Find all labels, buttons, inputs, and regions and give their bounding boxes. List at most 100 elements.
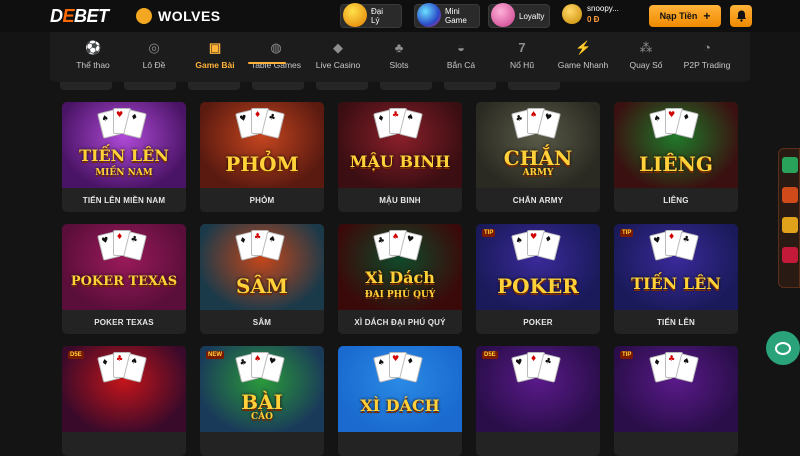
game-card[interactable]: ♦ ♣ ♠ D5E (62, 346, 186, 456)
provider-tab[interactable] (252, 82, 304, 90)
game-thumbnail: ♠ ♥ ♦ XÌ DÁCH (338, 346, 462, 432)
game-art-subtitle: CÀO (251, 412, 273, 422)
game-art-title: POKER TEXAS (70, 274, 178, 289)
side-promo-panel[interactable] (778, 148, 800, 288)
playing-cards-art: ♥ ♦ ♣ (235, 108, 286, 146)
game-art-title: CHẮN (503, 146, 573, 170)
game-art-title: LIÊNG (638, 152, 714, 176)
game-art-title: SÂM (235, 274, 289, 298)
nav-label: Live Casino (315, 60, 361, 70)
logo-e: E (62, 6, 75, 26)
provider-tab[interactable] (316, 82, 368, 90)
playing-cards-art: ♠ ♥ ♦ (511, 230, 562, 268)
debet-logo[interactable]: DEBET (50, 6, 109, 27)
game-art-title: MẬU BINH (349, 152, 451, 171)
lottery-ball-icon: ◎ (148, 40, 160, 55)
game-card[interactable]: ♠ ♥ ♦ TIP POKER POKER (476, 224, 600, 334)
provider-tab[interactable] (124, 82, 176, 90)
bell-icon (736, 10, 746, 22)
provider-tab[interactable] (444, 82, 496, 90)
game-art-subtitle: ĐẠI PHÚ QUÝ (364, 290, 436, 300)
game-name: POKER (523, 317, 553, 327)
tab-quay-so[interactable]: ⁂ Quay Số (616, 40, 676, 70)
game-card[interactable]: ♥ ♦ ♣ TIP TIẾN LÊN TIẾN LÊN (614, 224, 738, 334)
playing-cards-art: ♦ ♣ ♠ (235, 230, 286, 268)
balls-icon: ⁂ (639, 40, 653, 55)
game-card[interactable]: ♣ ♠ ♥ Xì Dách ĐẠI PHÚ QUÝ XÌ DÁCH ĐẠI PHÚ QUÝ (338, 224, 462, 334)
provider-tab[interactable] (508, 82, 560, 90)
provider-tab[interactable] (380, 82, 432, 90)
provider-tab[interactable] (188, 82, 240, 90)
game-name: MẬU BINH (379, 195, 421, 205)
game-thumbnail: ♦ ♣ ♠ D5E (62, 346, 186, 432)
game-card[interactable]: ♣ ♠ ♥ NEW BÀI CÀO (200, 346, 324, 456)
tab-lo-de[interactable]: ◎ Lô Đề (124, 40, 184, 70)
game-card[interactable]: ♦ ♣ ♠ TIP (614, 346, 738, 456)
playing-cards-art: ♥ ♦ ♣ (97, 230, 148, 268)
chips-icon: ◍ (270, 40, 282, 55)
diamond-suit-icon: ◆ (333, 40, 343, 55)
provider-filter-strip (60, 82, 740, 90)
game-card[interactable]: ♦ ♣ ♠ SÂM SÂM (200, 224, 324, 334)
provider-tab[interactable] (60, 82, 112, 90)
game-name: PHỎM (249, 195, 275, 205)
loyalty-promo-button[interactable]: Loyalty (488, 3, 550, 28)
agent-promo-button[interactable]: Đại Lý (340, 3, 402, 28)
playing-cards-art: ♥ ♦ ♣ (511, 352, 562, 390)
game-card[interactable]: ♦ ♣ ♠ MẬU BINH MẬU BINH (338, 102, 462, 212)
playing-cards-art: ♥ ♦ ♣ (649, 230, 700, 268)
game-name (476, 432, 600, 456)
top-bar: DEBET WOLVES Đại Lý Mini Game Loyalty sn… (0, 0, 800, 32)
side-promo-icon (782, 217, 798, 233)
nav-label: P2P Trading (683, 60, 731, 70)
tab-live-casino[interactable]: ◆ Live Casino (308, 40, 368, 70)
cherry-icon: ♣ (394, 40, 404, 55)
game-card[interactable]: ♥ ♦ ♣ D5E (476, 346, 600, 456)
game-thumbnail: ♠ ♥ ♦ TIP POKER (476, 224, 600, 310)
tab-game-bai[interactable]: ▣ Game Bài (185, 40, 245, 70)
lightning-icon: ⚡ (575, 40, 592, 55)
game-tag-badge: TIP (620, 229, 634, 237)
minigame-promo-button[interactable]: Mini Game (414, 3, 480, 28)
game-thumbnail: ♥ ♦ ♣ D5E (476, 346, 600, 432)
user-account[interactable]: snoopy... 0 Đ (562, 4, 619, 24)
notification-button[interactable] (730, 5, 752, 27)
seven-icon: 7 (518, 40, 526, 55)
side-promo-icon (782, 247, 798, 263)
game-tag-badge: TIP (482, 229, 496, 237)
chat-bubble-icon (775, 341, 791, 355)
tab-slots[interactable]: ♣ Slots (369, 40, 429, 70)
fish-icon: ◒ (457, 40, 465, 55)
game-card[interactable]: ♠ ♥ ♦ LIÊNG LIÊNG (614, 102, 738, 212)
minigame-promo-icon (417, 3, 441, 27)
tab-the-thao[interactable]: ⚽ Thể thao (63, 40, 123, 70)
game-thumbnail: ♥ ♦ ♣ PHỎM (200, 102, 324, 188)
username: snoopy... (587, 4, 619, 13)
deposit-button[interactable]: Nạp Tiền + (649, 5, 721, 27)
tab-game-nhanh[interactable]: ⚡ Game Nhanh (553, 40, 613, 70)
tab-no-hu[interactable]: 7 Nổ Hũ (492, 40, 552, 70)
game-tag-badge: NEW (206, 351, 224, 359)
tab-ban-ca[interactable]: ◒ Bắn Cá (431, 40, 491, 70)
nav-label: Bắn Cá (446, 60, 476, 70)
logo-bet: BET (74, 6, 109, 26)
game-thumbnail: ♣ ♠ ♥ Xì Dách ĐẠI PHÚ QUÝ (338, 224, 462, 310)
game-tag-badge: TIP (620, 351, 634, 359)
game-thumbnail: ♥ ♦ ♣ POKER TEXAS (62, 224, 186, 310)
playing-cards-art: ♣ ♠ ♥ (373, 230, 424, 268)
game-card[interactable]: ♥ ♦ ♣ POKER TEXAS POKER TEXAS (62, 224, 186, 334)
tab-table-games[interactable]: ◍ Table Games (246, 40, 306, 70)
nav-label: Lô Đề (142, 60, 166, 70)
game-card[interactable]: ♠ ♥ ♦ XÌ DÁCH (338, 346, 462, 456)
game-card[interactable]: ♥ ♦ ♣ PHỎM PHỎM (200, 102, 324, 212)
tab-p2p-trading[interactable]: ◔ P2P Trading (677, 40, 737, 70)
live-chat-button[interactable] (766, 331, 800, 365)
game-name (338, 432, 462, 456)
game-name: TIẾN LÊN MIỀN NAM (82, 195, 166, 205)
game-thumbnail: ♦ ♣ ♠ SÂM (200, 224, 324, 310)
playing-cards-icon: ▣ (208, 40, 222, 55)
game-card[interactable]: ♠ ♥ ♦ TIẾN LÊN MIỀN NAM TIẾN LÊN MIỀN NAM (62, 102, 186, 212)
game-art-title: BÀI (241, 390, 283, 414)
side-promo-icon (782, 187, 798, 203)
game-card[interactable]: ♣ ♠ ♥ CHẮN ARMY CHẮN ARMY (476, 102, 600, 212)
